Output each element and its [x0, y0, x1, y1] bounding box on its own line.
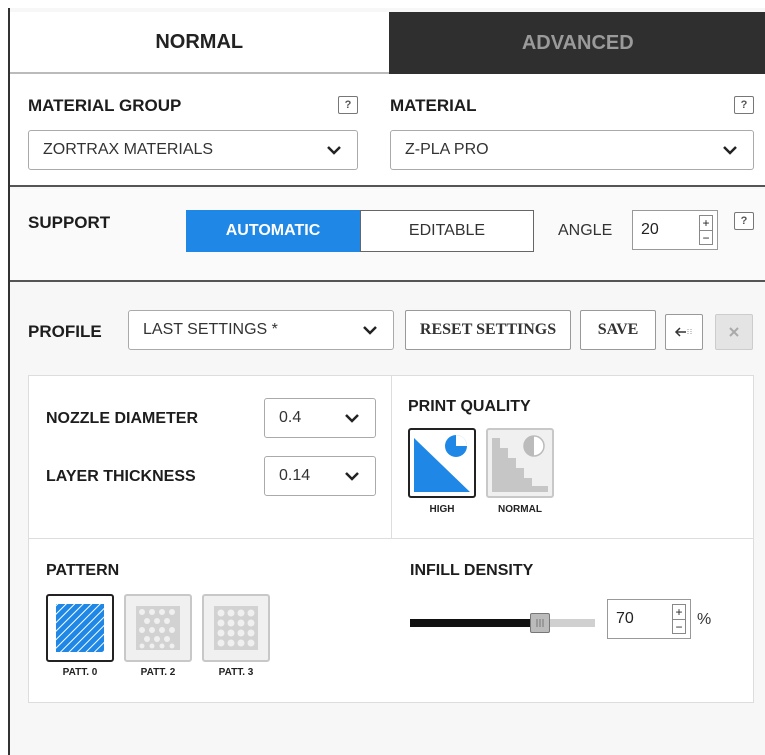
- profile-section: PROFILE LAST SETTINGS * RESET SETTINGS S…: [10, 284, 765, 755]
- chevron-down-icon: [723, 146, 737, 155]
- material-group-help-icon[interactable]: ?: [338, 96, 358, 114]
- material-value: Z-PLA PRO: [405, 141, 489, 158]
- pattern-3-option[interactable]: [202, 594, 270, 662]
- tab-advanced[interactable]: ADVANCED: [388, 12, 765, 74]
- print-quality-label: PRINT QUALITY: [408, 398, 531, 415]
- export-profile-button[interactable]: [665, 314, 703, 350]
- material-label: MATERIAL: [390, 96, 477, 115]
- chevron-down-icon: [363, 326, 377, 335]
- pattern-2-caption: PATT. 2: [140, 667, 176, 678]
- material-select[interactable]: Z-PLA PRO: [390, 130, 754, 170]
- layer-thickness-label: LAYER THICKNESS: [46, 468, 196, 485]
- chevron-down-icon: [345, 414, 359, 423]
- quality-normal-caption: NORMAL: [498, 504, 542, 515]
- infill-density-label: INFILL DENSITY: [410, 562, 534, 579]
- save-button[interactable]: SAVE: [580, 310, 656, 350]
- pattern-2-option[interactable]: [124, 594, 192, 662]
- quality-normal-option[interactable]: [486, 428, 554, 498]
- layer-thickness-select[interactable]: 0.14: [264, 456, 376, 496]
- infill-unit: %: [697, 611, 712, 628]
- pattern-0-option[interactable]: [46, 594, 114, 662]
- angle-stepper[interactable]: 20 + −: [632, 210, 718, 250]
- support-label: SUPPORT: [28, 213, 111, 232]
- pattern-0-caption: PATT. 0: [62, 667, 98, 678]
- profile-value: LAST SETTINGS *: [143, 321, 278, 338]
- mode-tabs: NORMAL ADVANCED: [10, 12, 765, 74]
- chevron-down-icon: [327, 146, 341, 155]
- grip-icon: [536, 619, 544, 627]
- infill-stepper-arrows[interactable]: + −: [672, 604, 686, 634]
- slider-fill: [410, 619, 540, 627]
- support-help-icon[interactable]: ?: [734, 212, 754, 230]
- infill-density-value: 70: [616, 610, 634, 627]
- material-help-icon[interactable]: ?: [734, 96, 754, 114]
- angle-stepper-arrows[interactable]: + −: [699, 215, 713, 245]
- pattern-label: PATTERN: [46, 562, 120, 579]
- settings-panel: NORMAL ADVANCED MATERIAL GROUP ? ZORTRAX…: [8, 8, 765, 755]
- print-quality-panel: PRINT QUALITY HIGH NORMAL: [392, 375, 754, 539]
- slider-thumb[interactable]: [530, 613, 550, 633]
- minus-icon[interactable]: −: [673, 619, 685, 634]
- material-group-label: MATERIAL GROUP: [28, 96, 182, 115]
- nozzle-diameter-value: 0.4: [279, 409, 302, 426]
- support-editable-button[interactable]: EDITABLE: [360, 210, 534, 252]
- profile-select[interactable]: LAST SETTINGS *: [128, 310, 394, 350]
- tab-normal[interactable]: NORMAL: [10, 12, 389, 74]
- grid-pattern-icon: [214, 606, 258, 650]
- nozzle-diameter-label: NOZZLE DIAMETER: [46, 410, 198, 427]
- angle-value: 20: [641, 221, 659, 238]
- diagonal-pattern-icon: [56, 604, 104, 652]
- quality-high-option[interactable]: [408, 428, 476, 498]
- material-section: MATERIAL GROUP ? ZORTRAX MATERIALS MATER…: [10, 74, 765, 187]
- plus-icon[interactable]: +: [673, 605, 685, 619]
- arrow-left-icon: [674, 327, 692, 337]
- reset-settings-button[interactable]: RESET SETTINGS: [405, 310, 571, 350]
- honeycomb-pattern-icon: [136, 606, 180, 650]
- minus-icon[interactable]: −: [700, 230, 712, 245]
- layer-thickness-value: 0.14: [279, 467, 311, 484]
- pattern-3-caption: PATT. 3: [218, 667, 254, 678]
- normal-quality-icon: [492, 435, 548, 492]
- support-automatic-button[interactable]: AUTOMATIC: [186, 210, 360, 252]
- material-group-value: ZORTRAX MATERIALS: [43, 141, 214, 158]
- profile-label: PROFILE: [28, 322, 102, 341]
- support-section: SUPPORT AUTOMATIC EDITABLE ANGLE 20 + − ?: [10, 189, 765, 282]
- plus-icon[interactable]: +: [700, 216, 712, 230]
- infill-density-stepper[interactable]: 70 + −: [607, 599, 691, 639]
- nozzle-diameter-select[interactable]: 0.4: [264, 398, 376, 438]
- high-quality-icon: [414, 435, 470, 492]
- infill-density-slider[interactable]: [410, 613, 595, 633]
- quality-high-caption: HIGH: [429, 504, 455, 515]
- pattern-infill-panel: PATTERN PATT. 0 PATT. 2 PATT. 3 INFILL D…: [28, 539, 754, 703]
- close-icon: [729, 327, 739, 337]
- delete-profile-button[interactable]: [715, 314, 753, 350]
- material-group-select[interactable]: ZORTRAX MATERIALS: [28, 130, 358, 170]
- chevron-down-icon: [345, 472, 359, 481]
- angle-label: ANGLE: [558, 222, 613, 239]
- nozzle-layer-panel: NOZZLE DIAMETER 0.4 LAYER THICKNESS 0.14: [28, 375, 392, 539]
